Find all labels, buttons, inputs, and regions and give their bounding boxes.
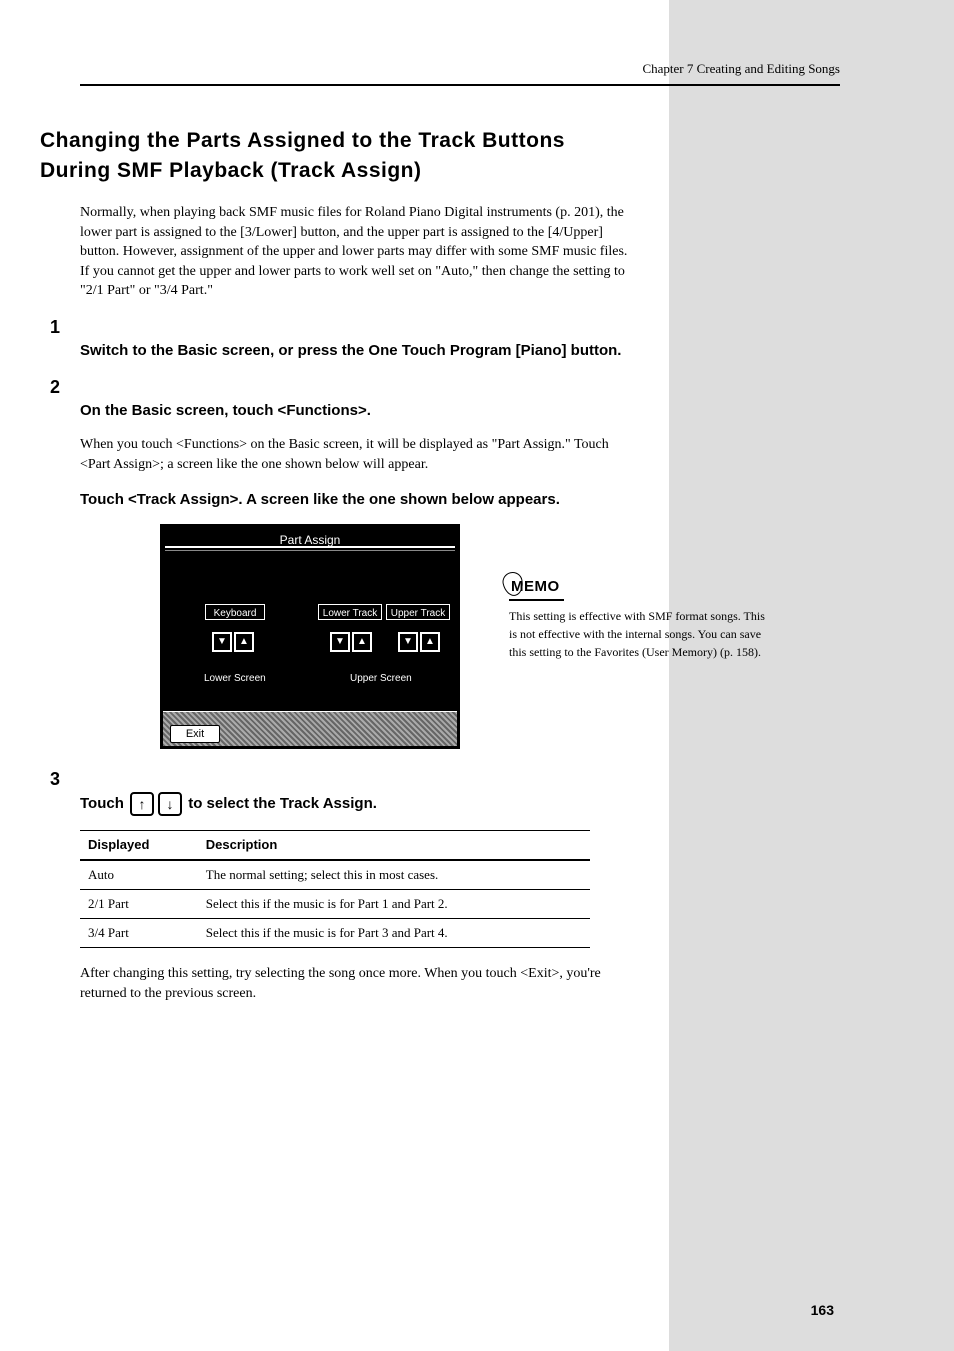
- table-cell: Select this if the music is for Part 3 a…: [198, 919, 590, 948]
- up-arrow-icon[interactable]: ▲: [352, 632, 372, 652]
- exit-button[interactable]: Exit: [170, 725, 220, 743]
- sidebar-tab-area: [669, 0, 954, 1351]
- lcd-screenshot: Part Assign Keyboard Lower Track Upper T…: [160, 524, 460, 749]
- step-2: 2 On the Basic screen, touch <Functions>…: [80, 375, 640, 421]
- intro-paragraph: Normally, when playing back SMF music fi…: [80, 203, 640, 301]
- table-cell: Select this if the music is for Part 1 a…: [198, 890, 590, 919]
- step-3: 3 Touch ↑↓ to select the Track Assign.: [80, 767, 640, 816]
- table-cell: 2/1 Part: [80, 890, 198, 919]
- memo-icon: MEMO: [509, 576, 564, 601]
- lcd-keyboard-box[interactable]: Keyboard: [205, 604, 265, 620]
- table-header-description: Description: [198, 830, 590, 860]
- down-arrow-icon[interactable]: ▼: [398, 632, 418, 652]
- after-table-text: After changing this setting, try selecti…: [80, 964, 640, 1003]
- memo-note: MEMO This setting is effective with SMF …: [509, 576, 769, 661]
- table-cell: The normal setting; select this in most …: [198, 860, 590, 890]
- page-number: 163: [811, 1301, 834, 1321]
- step-1: 1 Switch to the Basic screen, or press t…: [80, 315, 640, 361]
- lcd-upper-screen-label: Upper Screen: [350, 672, 412, 686]
- step-text: Switch to the Basic screen, or press the…: [80, 340, 638, 361]
- table-row: Auto The normal setting; select this in …: [80, 860, 590, 890]
- step2-note: When you touch <Functions> on the Basic …: [80, 435, 640, 474]
- up-arrow-icon: ↑: [130, 792, 154, 816]
- up-arrow-icon[interactable]: ▲: [234, 632, 254, 652]
- lcd-arrows-lower: ▼ ▲: [330, 632, 372, 652]
- lcd-upper-track-box[interactable]: Upper Track: [386, 604, 450, 620]
- down-arrow-icon: ↓: [158, 792, 182, 816]
- step3-tail-text: to select the Track Assign.: [184, 795, 377, 812]
- step-number: 2: [50, 375, 80, 400]
- lcd-arrows-keyboard: ▼ ▲: [212, 632, 254, 652]
- lcd-lower-screen-label: Lower Screen: [204, 672, 266, 686]
- memo-text: This setting is effective with SMF forma…: [509, 607, 769, 661]
- table-header-displayed: Displayed: [80, 830, 198, 860]
- table-cell: 3/4 Part: [80, 919, 198, 948]
- up-arrow-icon[interactable]: ▲: [420, 632, 440, 652]
- step-number: 1: [50, 315, 80, 340]
- header-divider: [80, 84, 840, 86]
- page-content: Chapter 7 Creating and Editing Songs Cha…: [0, 0, 670, 1018]
- table-row: 2/1 Part Select this if the music is for…: [80, 890, 590, 919]
- step-text: Touch ↑↓ to select the Track Assign.: [80, 792, 638, 816]
- step-text: Touch <Track Assign>. A screen like the …: [80, 489, 638, 510]
- section-title: Changing the Parts Assigned to the Track…: [40, 126, 640, 185]
- down-arrow-icon[interactable]: ▼: [212, 632, 232, 652]
- lcd-arrows-upper: ▼ ▲: [398, 632, 440, 652]
- track-assign-table: Displayed Description Auto The normal se…: [80, 830, 590, 949]
- step-number: 3: [50, 767, 80, 792]
- step3-lead-text: Touch: [80, 795, 128, 812]
- table-row: 3/4 Part Select this if the music is for…: [80, 919, 590, 948]
- table-cell: Auto: [80, 860, 198, 890]
- lcd-title: Part Assign: [165, 532, 455, 548]
- down-arrow-icon[interactable]: ▼: [330, 632, 350, 652]
- step-text: On the Basic screen, touch <Functions>.: [80, 400, 638, 421]
- lcd-lower-track-box[interactable]: Lower Track: [318, 604, 382, 620]
- step-2b: Touch <Track Assign>. A screen like the …: [80, 489, 640, 510]
- chapter-header: Chapter 7 Creating and Editing Songs: [80, 60, 840, 78]
